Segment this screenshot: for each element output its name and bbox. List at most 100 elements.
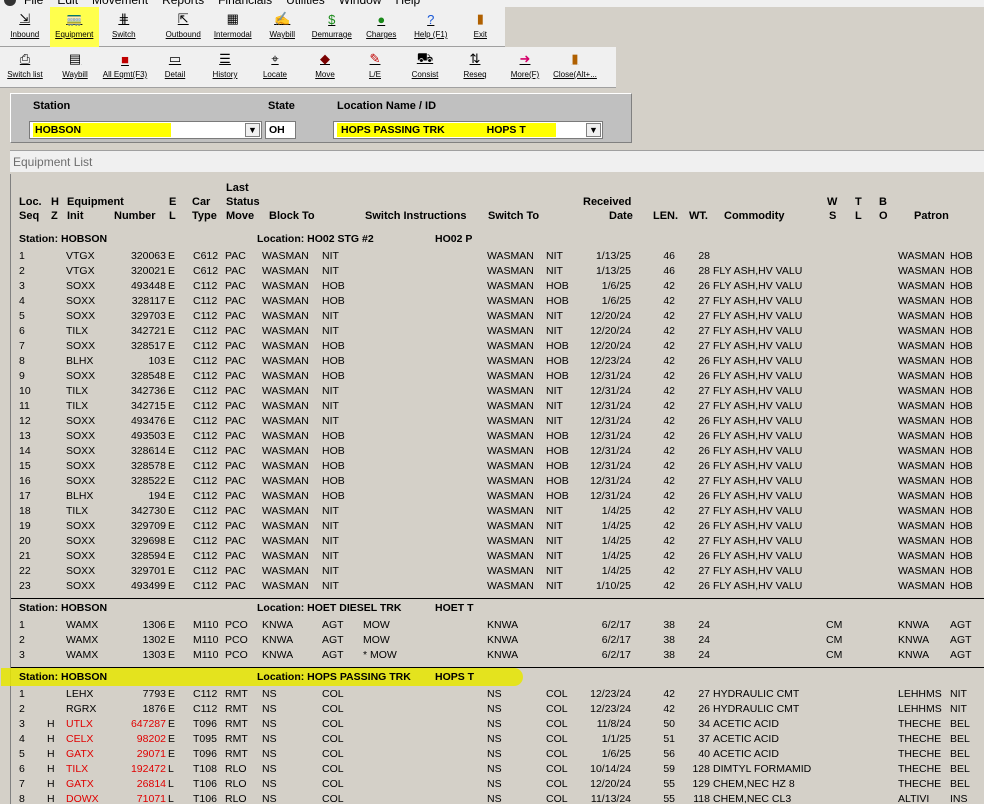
table-row[interactable]: 3 H UTLX 647287 E T096 RMT NS COL NS COL 11/8/24 50 3… bbox=[11, 717, 984, 732]
cell: WASMAN bbox=[262, 550, 309, 562]
cell: 3 bbox=[19, 718, 25, 730]
toolbar-button-locate[interactable]: ⌖ Locate bbox=[250, 47, 300, 87]
table-row[interactable]: 6 H TILX 192472 L T108 RLO NS COL NS COL 10/14/24 59… bbox=[11, 762, 984, 777]
menu-window[interactable]: Window bbox=[339, 0, 382, 7]
cell: C612 bbox=[193, 265, 219, 277]
toolbar-button-waybill[interactable]: ▤ Waybill bbox=[50, 47, 100, 87]
toolbar-button-move[interactable]: ◆ Move bbox=[300, 47, 350, 87]
table-row[interactable]: 1 LEHX 7793 E C112 RMT NS COL NS COL 12/23/24 42 27 H… bbox=[11, 687, 984, 702]
toolbar-button-demurrage[interactable]: $ Demurrage bbox=[307, 7, 357, 47]
table-row[interactable]: 7 SOXX 328517 E C112 PAC WASMAN HOB WASMAN HOB 12/… bbox=[11, 339, 984, 354]
table-row[interactable]: 22 SOXX 329701 E C112 PAC WASMAN NIT WASMAN NIT 1/… bbox=[11, 564, 984, 579]
cell: PAC bbox=[225, 370, 246, 382]
toolbar-button-equipment[interactable]: 🚃 Equipment bbox=[49, 7, 100, 47]
cell: 13 bbox=[19, 430, 31, 442]
cell: LEHHMS bbox=[898, 703, 942, 715]
toolbar-button-history[interactable]: ☰ History bbox=[200, 47, 250, 87]
cell: HOB bbox=[950, 385, 973, 397]
location-group-header[interactable]: Station: HOBSON Location: HOET DIESEL TRK… bbox=[11, 601, 984, 616]
table-row[interactable]: 2 WAMX 1302 E M110 PCO KNWA AGT MOW KNWA 6/2/17 38 2… bbox=[11, 633, 984, 648]
col-switch-to: Switch To bbox=[488, 210, 540, 222]
table-row[interactable]: 8 BLHX 103 E C112 PAC WASMAN HOB WASMAN HOB 12/23/… bbox=[11, 354, 984, 369]
toolbar-button-label: Move bbox=[315, 70, 335, 79]
table-row[interactable]: 23 SOXX 493499 E C112 PAC WASMAN NIT WASMAN NIT 1/… bbox=[11, 579, 984, 594]
cell: NS bbox=[262, 718, 277, 730]
cell: HOB bbox=[546, 475, 569, 487]
table-row[interactable]: 9 SOXX 328548 E C112 PAC WASMAN HOB WASMAN HOB 12/… bbox=[11, 369, 984, 384]
toolbar-button-detail[interactable]: ▭ Detail bbox=[150, 47, 200, 87]
table-row[interactable]: 5 H GATX 29071 E T096 RMT NS COL NS COL 1/6/25 56 40 A… bbox=[11, 747, 984, 762]
equipment-grid[interactable]: Loc. Seq H Z Equipment Init Number E L C… bbox=[1, 174, 984, 804]
table-row[interactable]: 3 SOXX 493448 E C112 PAC WASMAN HOB WASMAN HOB 1/6… bbox=[11, 279, 984, 294]
toolbar-button-charges[interactable]: ● Charges bbox=[357, 7, 407, 47]
table-row[interactable]: 1 WAMX 1306 E M110 PCO KNWA AGT MOW KNWA 6/2/17 38 2… bbox=[11, 618, 984, 633]
table-row[interactable]: 12 SOXX 493476 E C112 PAC WASMAN NIT WASMAN NIT 12… bbox=[11, 414, 984, 429]
cell: 42 bbox=[663, 703, 675, 715]
cell: WASMAN bbox=[898, 535, 945, 547]
menu-file[interactable]: File bbox=[24, 0, 43, 7]
cell: E bbox=[168, 649, 176, 661]
table-row[interactable]: 4 SOXX 328117 E C112 PAC WASMAN HOB WASMAN HOB 1/6… bbox=[11, 294, 984, 309]
cell: L bbox=[168, 793, 174, 804]
toolbar-button-switch[interactable]: ⋕ Switch bbox=[99, 7, 149, 47]
table-row[interactable]: 21 SOXX 328594 E C112 PAC WASMAN NIT WASMAN NIT 1/… bbox=[11, 549, 984, 564]
location-group-header[interactable]: Station: HOBSON Location: HO02 STG #2 HO02… bbox=[11, 232, 984, 247]
cell: 42 bbox=[663, 688, 675, 700]
group-location: Location: HOET DIESEL TRK bbox=[257, 602, 402, 614]
table-row[interactable]: 11 TILX 342715 E C112 PAC WASMAN NIT WASMAN NIT 12… bbox=[11, 399, 984, 414]
table-row[interactable]: 6 TILX 342721 E C112 PAC WASMAN NIT WASMAN NIT 12/… bbox=[11, 324, 984, 339]
table-row[interactable]: 15 SOXX 328578 E C112 PAC WASMAN HOB WASMAN HOB 12… bbox=[11, 459, 984, 474]
menu-reports[interactable]: Reports bbox=[162, 0, 204, 7]
cell: 26 bbox=[698, 703, 710, 715]
table-row[interactable]: 10 TILX 342736 E C112 PAC WASMAN NIT WASMAN NIT 12… bbox=[11, 384, 984, 399]
cell: 192472 bbox=[130, 763, 166, 775]
chevron-down-icon[interactable]: ▼ bbox=[245, 123, 260, 137]
menu-movement[interactable]: Movement bbox=[92, 0, 148, 7]
toolbar-button-inbound[interactable]: ⇲ Inbound bbox=[0, 7, 50, 47]
toolbar-button-all-eqmt-f3[interactable]: ■ All Eqmt(F3) bbox=[100, 47, 150, 87]
toolbar-button-exit[interactable]: ▮ Exit bbox=[456, 7, 506, 47]
menu-edit[interactable]: Edit bbox=[57, 0, 78, 7]
cell: RLO bbox=[225, 793, 247, 804]
cell: THECHE bbox=[898, 778, 942, 790]
toolbar-button-reseq[interactable]: ⇅ Reseq bbox=[450, 47, 500, 87]
table-row[interactable]: 13 SOXX 493503 E C112 PAC WASMAN HOB WASMAN HOB 12… bbox=[11, 429, 984, 444]
cell: HOB bbox=[950, 430, 973, 442]
menu-financials[interactable]: Financials bbox=[218, 0, 272, 7]
cell: 27 bbox=[698, 688, 710, 700]
menu-utilities[interactable]: Utilities bbox=[286, 0, 325, 7]
toolbar-button-intermodal[interactable]: ▦ Intermodal bbox=[208, 7, 258, 47]
table-row[interactable]: 1 VTGX 320063 E C612 PAC WASMAN NIT WASMAN NIT 1/1… bbox=[11, 249, 984, 264]
cell: C112 bbox=[193, 580, 218, 592]
table-row[interactable]: 5 SOXX 329703 E C112 PAC WASMAN NIT WASMAN NIT 12/… bbox=[11, 309, 984, 324]
table-row[interactable]: 20 SOXX 329698 E C112 PAC WASMAN NIT WASMAN NIT 1/… bbox=[11, 534, 984, 549]
table-row[interactable]: 4 H CELX 98202 E T095 RMT NS COL NS COL 1/1/25 51 37 A… bbox=[11, 732, 984, 747]
toolbar-button-more-f[interactable]: ➜ More(F) bbox=[500, 47, 550, 87]
cell: C112 bbox=[193, 400, 218, 412]
toolbar-button-switch-list[interactable]: ⎙ Switch list bbox=[0, 47, 50, 87]
toolbar-button-help-f1[interactable]: ? Help (F1) bbox=[406, 7, 456, 47]
toolbar-button-l-e[interactable]: ✎ L/E bbox=[350, 47, 400, 87]
menu-help[interactable]: Help bbox=[395, 0, 420, 7]
state-field[interactable]: OH bbox=[265, 121, 296, 139]
chevron-down-icon[interactable]: ▼ bbox=[586, 123, 601, 137]
cell: HOB bbox=[950, 325, 973, 337]
table-row[interactable]: 19 SOXX 329709 E C112 PAC WASMAN NIT WASMAN NIT 1/… bbox=[11, 519, 984, 534]
table-row[interactable]: 18 TILX 342730 E C112 PAC WASMAN NIT WASMAN NIT 1/… bbox=[11, 504, 984, 519]
station-combo[interactable]: HOBSON ▼ bbox=[29, 121, 262, 139]
toolbar-button-waybill[interactable]: ✍ Waybill bbox=[257, 7, 307, 47]
toolbar-button-close-alt[interactable]: ▮ Close(Alt+... bbox=[550, 47, 600, 87]
location-group-header[interactable]: Station: HOBSON Location: HOPS PASSING TR… bbox=[1, 668, 984, 686]
toolbar-button-outbound[interactable]: ⇱ Outbound bbox=[158, 7, 208, 47]
location-combo[interactable]: HOPS PASSING TRK HOPS T ▼ bbox=[333, 121, 603, 139]
toolbar-button-consist[interactable]: ⛟ Consist bbox=[400, 47, 450, 87]
table-row[interactable]: 7 H GATX 26814 L T106 RLO NS COL NS COL 12/20/24 55 1… bbox=[11, 777, 984, 792]
table-row[interactable]: 16 SOXX 328522 E C112 PAC WASMAN HOB WASMAN HOB 12… bbox=[11, 474, 984, 489]
table-row[interactable]: 8 H DOWX 71071 L T106 RLO NS COL NS COL 11/13/24 55 1… bbox=[11, 792, 984, 804]
table-row[interactable]: 3 WAMX 1303 E M110 PCO KNWA AGT * MOW KNWA 6/2/17 3… bbox=[11, 648, 984, 663]
table-row[interactable]: 2 VTGX 320021 E C612 PAC WASMAN NIT WASMAN NIT 1/1… bbox=[11, 264, 984, 279]
cell: THECHE bbox=[898, 748, 942, 760]
table-row[interactable]: 14 SOXX 328614 E C112 PAC WASMAN HOB WASMAN HOB 12… bbox=[11, 444, 984, 459]
table-row[interactable]: 2 RGRX 1876 E C112 RMT NS COL NS COL 12/23/24 42 26 H… bbox=[11, 702, 984, 717]
table-row[interactable]: 17 BLHX 194 E C112 PAC WASMAN HOB WASMAN HOB 12/31… bbox=[11, 489, 984, 504]
